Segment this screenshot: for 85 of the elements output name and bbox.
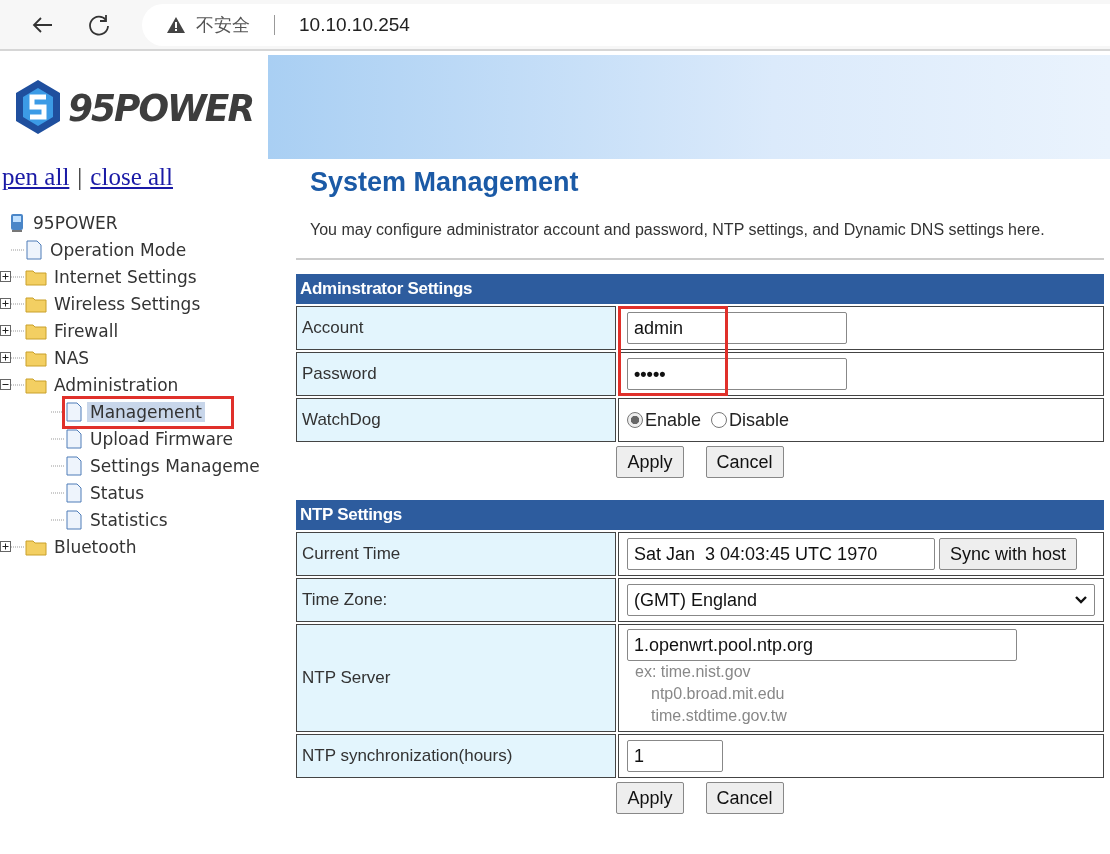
tree-item[interactable]: Statistics [87, 509, 171, 530]
expand-icon[interactable] [0, 325, 11, 336]
chevron-down-icon [1074, 595, 1088, 605]
logo-text: 95POWER [68, 85, 254, 129]
hint-text: ntp0.broad.mit.edu [650, 684, 786, 704]
tree-line [51, 491, 65, 494]
tree-line [11, 275, 25, 278]
close-all-link[interactable]: close all [90, 163, 173, 191]
text-field[interactable]: admin [627, 312, 847, 344]
page-icon [65, 455, 83, 476]
apply-button[interactable]: Apply [616, 446, 684, 478]
tree-item[interactable]: Firewall [51, 320, 122, 341]
expand-icon[interactable] [0, 271, 11, 282]
cancel-button[interactable]: Cancel [705, 446, 784, 478]
field-label: Time Zone: [296, 578, 616, 622]
tree-line [11, 248, 25, 251]
field-label: WatchDog [296, 398, 616, 442]
sync-button[interactable]: Sync with host [939, 538, 1078, 570]
tree-line [11, 356, 25, 359]
tree-line [51, 410, 65, 413]
expand-icon[interactable] [0, 541, 11, 552]
folder-icon [25, 321, 47, 340]
tree-item[interactable]: Bluetooth [51, 536, 140, 557]
page-icon [25, 239, 43, 260]
cancel-button[interactable]: Cancel [705, 782, 784, 814]
time-zone-select[interactable]: (GMT) England [627, 584, 1095, 616]
page-icon [65, 482, 83, 503]
computer-icon [8, 212, 26, 233]
hint-text: ex: time.nist.gov [634, 662, 752, 682]
tree-line [11, 383, 25, 386]
field-label: NTP Server [296, 624, 616, 732]
tree-line [51, 437, 65, 440]
folder-icon [25, 348, 47, 367]
tree-item[interactable]: Operation Mode [47, 239, 190, 260]
page-description: You may configure administrator account and password, NTP settings, and Dynamic DNS settings here. [310, 220, 1046, 240]
tree-line [11, 302, 25, 305]
tree-item[interactable]: Status [87, 482, 148, 503]
logo-icon [14, 79, 62, 135]
tree-line [51, 464, 65, 467]
hint-text: time.stdtime.gov.tw [650, 706, 788, 726]
section-header: NTP Settings [296, 500, 1104, 530]
tree-line [11, 545, 25, 548]
radio-label: Disable [729, 409, 790, 431]
warning-icon [166, 15, 186, 34]
hours-field[interactable]: 1 [627, 740, 723, 772]
field-label: NTP synchronization(hours) [296, 734, 616, 778]
page-icon [65, 509, 83, 530]
tree-item[interactable]: NAS [51, 347, 93, 368]
page-title: System Management [310, 167, 580, 198]
tree-line [51, 518, 65, 521]
folder-icon [25, 375, 47, 394]
folder-icon [25, 537, 47, 556]
security-label: 不安全 [196, 13, 250, 37]
open-all-link[interactable]: pen all [2, 163, 70, 191]
radio-option[interactable]: Enable [627, 409, 702, 431]
expand-icon[interactable] [0, 352, 11, 363]
folder-icon [25, 294, 47, 313]
folder-icon [25, 267, 47, 286]
collapse-icon[interactable] [0, 379, 11, 390]
apply-button[interactable]: Apply [616, 782, 684, 814]
radio-label: Enable [645, 409, 702, 431]
radio-dot[interactable] [627, 412, 643, 428]
time-field[interactable]: Sat Jan 3 04:03:45 UTC 1970 [627, 538, 935, 570]
field-label: Password [296, 352, 616, 396]
field-label: Current Time [296, 532, 616, 576]
expand-icon[interactable] [0, 298, 11, 309]
tree-item[interactable]: Wireless Settings [51, 293, 204, 314]
address-bar[interactable]: 不安全 10.10.10.254 [142, 3, 1110, 46]
field-label: Account [296, 306, 616, 350]
server-field[interactable]: 1.openwrt.pool.ntp.org [627, 629, 1017, 661]
tree-item[interactable]: Administration [51, 374, 182, 395]
radio-dot[interactable] [711, 412, 728, 428]
page-icon [65, 401, 83, 422]
page-icon [65, 428, 83, 449]
tree-item[interactable]: Management [87, 401, 205, 422]
url-text: 10.10.10.254 [299, 13, 410, 36]
section-header: Adminstrator Settings [296, 274, 1104, 304]
radio-option[interactable]: Disable [711, 409, 790, 431]
tree-item[interactable]: 95POWER [30, 212, 121, 233]
tree-line [11, 329, 25, 332]
tree-item[interactable]: Settings Manageme [87, 455, 263, 476]
tree-item[interactable]: Upload Firmware [87, 428, 236, 449]
text-field[interactable]: ••••• [627, 358, 847, 390]
tree-item[interactable]: Internet Settings [51, 266, 200, 287]
link-separator: | [77, 163, 83, 191]
